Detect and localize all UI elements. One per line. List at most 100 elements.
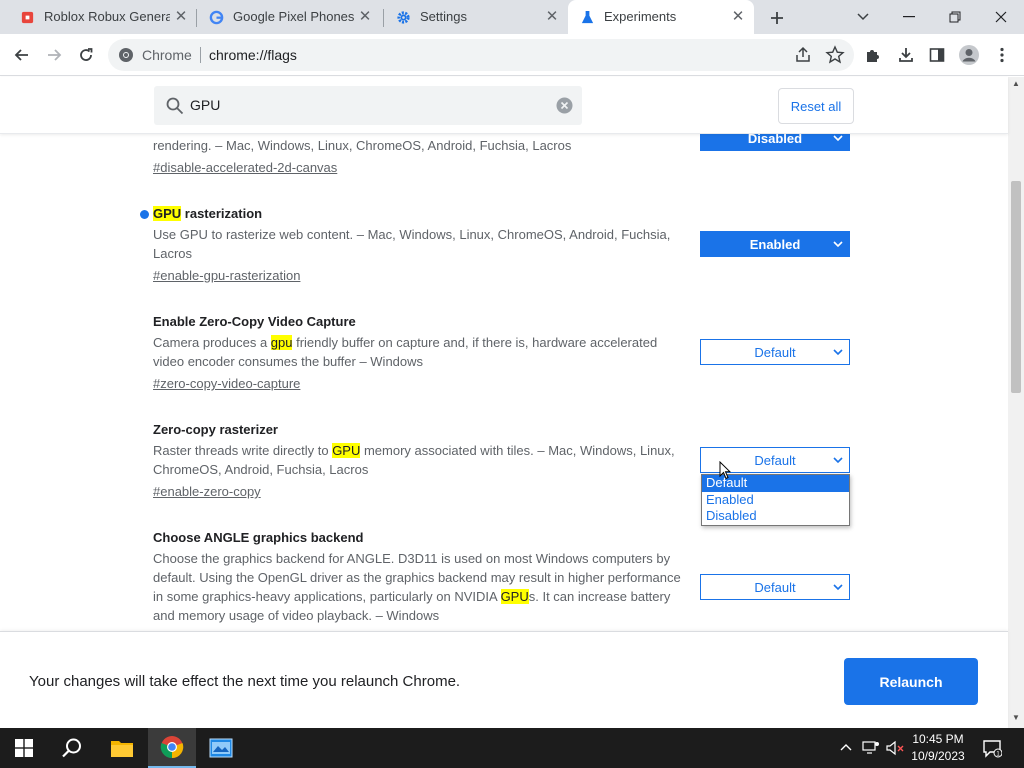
search-icon — [62, 738, 81, 758]
windows-logo-icon — [15, 739, 33, 757]
restore-button[interactable] — [932, 0, 978, 34]
new-tab-button[interactable] — [764, 5, 790, 31]
tab-title: Experiments — [604, 9, 677, 24]
flag-link[interactable]: #enable-gpu-rasterization — [153, 266, 853, 285]
clock-date: 10/9/2023 — [911, 749, 965, 763]
chrome-icon — [119, 48, 133, 62]
close-window-button[interactable] — [978, 0, 1024, 34]
flag-name: Zero-copy rasterizer — [153, 422, 278, 437]
tab-search-button[interactable] — [840, 0, 886, 34]
flag-description: Use GPU to rasterize web content. – Mac,… — [153, 227, 671, 261]
select-value: Enabled — [749, 236, 801, 252]
close-icon[interactable]: ✕ — [357, 9, 373, 25]
tab-google-pixel[interactable]: Google Pixel Phones - A ✕ — [197, 0, 383, 34]
volume-muted-icon[interactable] — [885, 740, 905, 756]
select-value: Default — [754, 452, 796, 468]
start-button[interactable] — [0, 728, 48, 768]
flag-link[interactable]: #zero-copy-video-capture — [153, 374, 853, 393]
menu-button[interactable] — [989, 42, 1015, 68]
taskbar-chrome[interactable] — [148, 728, 196, 768]
roblox-icon — [21, 11, 34, 24]
puzzle-icon — [867, 50, 879, 62]
search-highlight: GPU — [332, 443, 361, 458]
flag-gpu-rasterization: GPU rasterization Use GPU to rasterize w… — [140, 204, 853, 285]
taskbar-file-explorer[interactable] — [98, 728, 146, 768]
flag-name: GPU rasterization — [153, 204, 853, 224]
scrollbar-thumb[interactable] — [1011, 181, 1021, 393]
chevron-down-icon — [833, 584, 843, 591]
close-icon[interactable]: ✕ — [173, 9, 189, 25]
select-value: Default — [754, 344, 796, 360]
gear-icon — [397, 11, 410, 24]
close-icon[interactable]: ✕ — [544, 9, 560, 25]
relaunch-banner: Your changes will take effect the next t… — [0, 631, 1008, 728]
search-highlight: gpu — [270, 335, 293, 350]
clock-time: 10:45 PM — [912, 732, 964, 746]
relaunch-button[interactable]: Relaunch — [844, 658, 978, 705]
side-panel-button[interactable] — [924, 42, 950, 68]
search-box — [154, 86, 582, 125]
bookmark-star-icon[interactable] — [824, 44, 846, 66]
flag-description: Camera produces a gpu friendly buffer on… — [153, 333, 681, 371]
back-button[interactable] — [9, 42, 35, 68]
modified-indicator — [140, 210, 149, 219]
omnibox-divider — [200, 47, 201, 63]
flask-icon — [581, 10, 594, 24]
taskbar-search-button[interactable] — [48, 728, 96, 768]
flag-description: Raster threads write directly to GPU mem… — [153, 441, 681, 479]
forward-button[interactable] — [41, 42, 67, 68]
avatar-icon — [959, 45, 979, 65]
reload-button[interactable] — [73, 42, 99, 68]
flag-select[interactable]: Default — [700, 574, 850, 600]
omnibox-url[interactable]: chrome://flags — [209, 47, 297, 63]
taskbar-app[interactable] — [197, 728, 245, 768]
page-scrollbar[interactable]: ▲ ▼ — [1008, 77, 1024, 728]
download-icon — [899, 48, 913, 62]
clear-search-icon[interactable] — [556, 97, 573, 114]
kebab-menu-icon — [1000, 47, 1004, 63]
control-panel-icon — [209, 738, 233, 758]
flag-accelerated-2d-canvas: rendering. – Mac, Windows, Linux, Chrome… — [153, 125, 853, 177]
flags-list: rendering. – Mac, Windows, Linux, Chrome… — [0, 77, 1008, 631]
reload-icon — [80, 48, 93, 61]
close-icon — [995, 11, 1007, 23]
dropdown-option-disabled[interactable]: Disabled — [702, 508, 849, 525]
chevron-down-icon — [857, 13, 869, 21]
network-icon[interactable] — [862, 740, 880, 756]
toolbar: Chrome chrome://flags — [0, 34, 1024, 76]
chevron-down-icon — [833, 135, 843, 142]
google-icon — [209, 10, 224, 25]
minimize-button[interactable] — [886, 0, 932, 34]
address-bar[interactable]: Chrome chrome://flags — [108, 39, 854, 71]
chevron-up-icon[interactable] — [839, 740, 853, 754]
flag-link[interactable]: #disable-accelerated-2d-canvas — [153, 158, 853, 177]
downloads-button[interactable] — [893, 42, 919, 68]
forward-arrow-icon — [48, 49, 62, 61]
side-panel-icon — [929, 48, 945, 62]
close-icon[interactable]: ✕ — [730, 9, 746, 25]
reset-all-button[interactable]: Reset all — [778, 88, 854, 124]
minimize-icon — [903, 16, 915, 18]
system-clock[interactable]: 10:45 PM 10/9/2023 — [903, 731, 973, 765]
flag-angle-backend: Choose ANGLE graphics backend Choose the… — [153, 528, 853, 625]
select-dropdown-list: Default Enabled Disabled — [701, 474, 850, 526]
share-icon[interactable] — [792, 44, 814, 66]
flag-name-text: rasterization — [181, 206, 263, 221]
search-highlight: GPU — [153, 206, 182, 221]
search-highlight: GPU — [500, 589, 529, 604]
scroll-down-arrow-icon[interactable]: ▼ — [1012, 713, 1020, 722]
extensions-button[interactable] — [860, 42, 886, 68]
tab-experiments[interactable]: Experiments ✕ — [568, 0, 754, 34]
flag-select[interactable]: Enabled — [700, 231, 850, 257]
profile-button[interactable] — [956, 42, 982, 68]
flag-select[interactable]: Default — [700, 339, 850, 365]
tab-roblox[interactable]: Roblox Robux Generato ✕ — [8, 0, 196, 34]
tab-title: Settings — [420, 9, 467, 24]
flag-description: Choose the graphics backend for ANGLE. D… — [153, 549, 681, 625]
tab-settings[interactable]: Settings ✕ — [384, 0, 568, 34]
dropdown-option-enabled[interactable]: Enabled — [702, 492, 849, 509]
scroll-up-arrow-icon[interactable]: ▲ — [1012, 79, 1020, 88]
plus-icon — [771, 12, 783, 24]
notification-center-icon[interactable]: 1 — [982, 738, 1002, 758]
search-input[interactable] — [190, 94, 530, 116]
